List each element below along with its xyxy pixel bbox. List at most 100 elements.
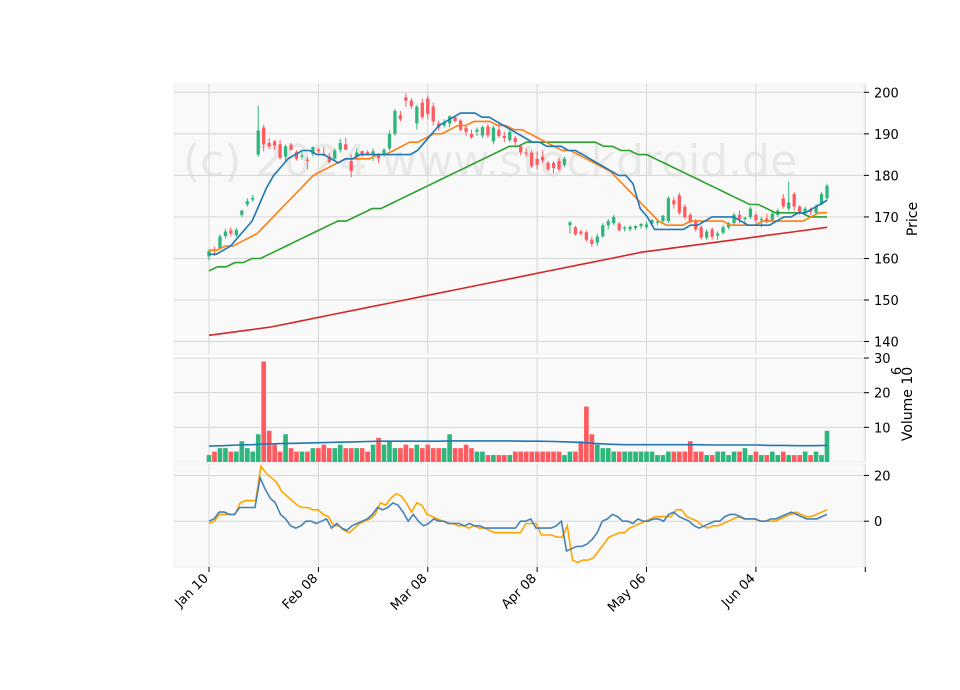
candle-body: [732, 214, 736, 224]
volume-bar: [759, 455, 764, 462]
candle-body: [305, 159, 310, 161]
price-tick-label: 160: [874, 252, 899, 267]
candle-body: [557, 160, 561, 170]
volume-bar: [731, 451, 737, 462]
candle-body: [743, 217, 747, 219]
candle-body: [661, 215, 665, 222]
candle-body: [551, 162, 556, 168]
indicator-tick-label: 0: [874, 515, 882, 530]
candle-body: [415, 106, 419, 124]
volume-bar: [354, 448, 359, 462]
x-tick-label: Apr 08: [499, 571, 540, 612]
candle-body: [688, 214, 692, 222]
volume-bar: [425, 444, 431, 462]
volume-bar: [534, 451, 540, 462]
volume-bar: [436, 448, 442, 462]
volume-bar: [244, 448, 250, 462]
candle-body: [562, 158, 567, 165]
volume-bar: [671, 451, 677, 462]
candle-body: [365, 152, 370, 154]
volume-bar: [649, 451, 655, 462]
x-tick-label: May 06: [605, 571, 649, 615]
candle-body: [218, 236, 222, 249]
volume-bar: [217, 448, 223, 462]
volume-bar: [545, 451, 551, 462]
candle-body: [256, 130, 260, 155]
candle-body: [283, 146, 288, 157]
volume-bar: [622, 451, 627, 462]
volume-bar: [316, 448, 321, 462]
candle-body: [404, 97, 408, 101]
candle-body: [595, 236, 599, 243]
candle-body: [278, 144, 282, 158]
volume-bar: [715, 451, 720, 462]
volume-bar: [769, 451, 775, 462]
x-tick-label: Feb 08: [280, 571, 322, 613]
volume-bar: [819, 455, 824, 462]
candle-body: [754, 214, 758, 221]
volume-bar: [737, 451, 742, 462]
volume-bar: [753, 451, 759, 462]
candle-body: [398, 115, 403, 120]
candle-body: [316, 149, 321, 152]
candle-body: [420, 102, 424, 118]
volume-bar: [359, 448, 365, 462]
volume-tick-label: 10: [874, 421, 891, 436]
candle-body: [486, 126, 490, 136]
volume-bar: [321, 444, 327, 462]
stock-chart: (c) 2024 www.stockdroid.de Jan 10 Feb 08 M…: [172, 83, 921, 615]
volume-bar: [808, 455, 813, 462]
volume-bar: [277, 451, 283, 462]
volume-bar: [605, 448, 611, 462]
volume-bar: [310, 448, 316, 462]
candle-body: [677, 195, 681, 213]
volume-bar: [644, 451, 649, 462]
candle-body: [748, 208, 753, 217]
indicator-tick-label: 20: [874, 469, 891, 484]
volume-bar: [212, 451, 217, 462]
volume-bar: [518, 451, 524, 462]
candle-body: [267, 142, 271, 147]
price-tick-label: 150: [874, 294, 899, 309]
volume-bar: [523, 451, 529, 462]
volume-axis-exponent: 6: [890, 367, 905, 375]
volume-bar: [250, 451, 256, 462]
candle-body: [590, 239, 594, 244]
volume-bar: [447, 434, 452, 462]
volume-bar: [288, 448, 294, 462]
volume-bar: [414, 444, 420, 462]
candle-body: [262, 127, 266, 145]
x-tick-label: Jun 04: [718, 571, 758, 611]
candle-body: [683, 206, 687, 217]
candle-body: [475, 129, 479, 132]
volume-bar: [698, 451, 704, 462]
volume-bar: [332, 448, 338, 462]
volume-bar: [403, 444, 409, 462]
candle-body: [431, 106, 435, 122]
volume-bar: [343, 448, 349, 462]
volume-bar: [709, 455, 715, 462]
candle-body: [480, 127, 485, 136]
candle-body: [349, 160, 353, 172]
volume-bar: [573, 451, 578, 462]
candle-body: [705, 231, 709, 238]
candle-body: [234, 229, 238, 236]
volume-bar: [578, 441, 584, 462]
volume-bar: [540, 451, 545, 462]
volume-bar: [594, 444, 600, 462]
candle-body: [464, 127, 468, 132]
volume-bar: [463, 444, 469, 462]
candle-body: [644, 224, 649, 228]
candle-body: [710, 229, 714, 237]
candle-body: [770, 213, 774, 220]
candle-body: [633, 226, 638, 229]
volume-tick-label: 30: [874, 352, 891, 367]
volume-bar: [562, 455, 567, 462]
x-tick-label: Mar 08: [388, 571, 431, 614]
candle-body: [781, 198, 785, 207]
volume-bar: [791, 455, 797, 462]
volume-bar: [409, 448, 414, 462]
volume-bar: [802, 451, 808, 462]
price-tick-label: 170: [874, 211, 899, 226]
candle-body: [333, 150, 337, 159]
